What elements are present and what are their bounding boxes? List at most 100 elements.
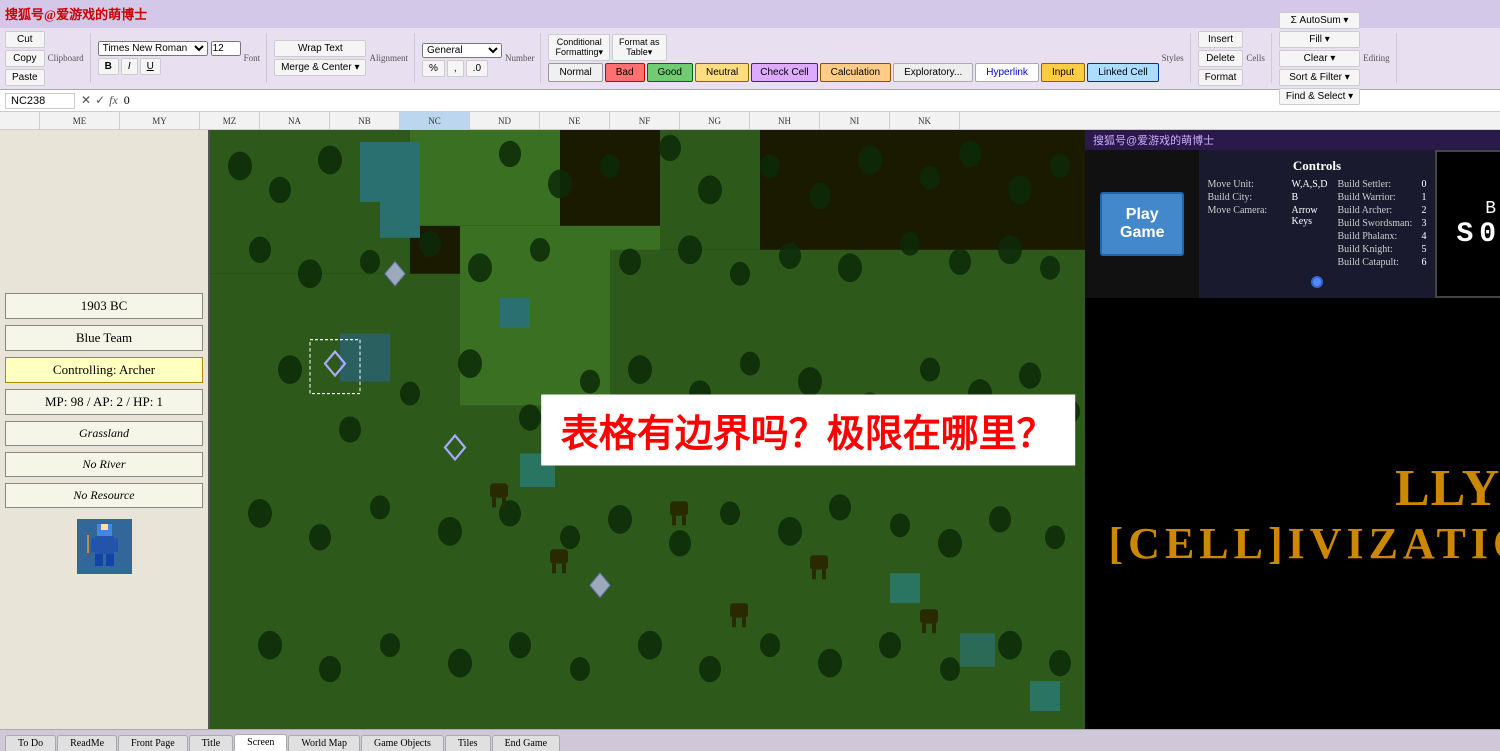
styles-section: ConditionalFormatting▾ Format asTable▾ N… — [548, 33, 1190, 83]
confirm-formula-icon[interactable]: ✓ — [95, 93, 105, 108]
col-header-NC: NC — [400, 112, 470, 129]
controls-knight: Build Knight: 5 — [1338, 244, 1427, 255]
controls-phalanx: Build Phalanx: 4 — [1338, 231, 1427, 242]
toolbar-row2: Cut Copy Paste Clipboard Times New Roman… — [0, 28, 1500, 89]
hyperlink-button[interactable]: Hyperlink — [975, 63, 1039, 82]
controls-title: Controls — [1207, 158, 1426, 174]
number-format-select[interactable]: General — [422, 43, 502, 58]
spreadsheet-area: 1903 BC Blue Team Controlling: Archer MP… — [0, 130, 1500, 729]
bold-button[interactable]: B — [98, 58, 119, 75]
tab-end-game[interactable]: End Game — [492, 735, 561, 751]
controls-play-row: PlayGame Controls Move Unit: W,A,S,D Bui… — [1085, 150, 1500, 298]
by-text: B Y — [1485, 199, 1500, 219]
col-header-NG: NG — [680, 112, 750, 129]
tab-screen[interactable]: Screen — [234, 734, 287, 751]
controls-archer: Build Archer: 2 — [1338, 205, 1427, 216]
format-button[interactable]: Format — [1198, 69, 1244, 86]
calculation-button[interactable]: Calculation — [820, 63, 891, 82]
col-header-NF: NF — [610, 112, 680, 129]
game-viewport: 表格有边界吗？极限在哪里？ — [210, 130, 1085, 729]
col-header-NB: NB — [330, 112, 400, 129]
controlling-display: Controlling: Archer — [5, 357, 203, 383]
clipboard-label: Clipboard — [48, 53, 84, 63]
controls-grid: Move Unit: W,A,S,D Build City: B Move Ca… — [1207, 179, 1426, 268]
insert-button[interactable]: Insert — [1198, 31, 1244, 48]
tab-readme[interactable]: ReadMe — [57, 735, 117, 751]
bad-style-button[interactable]: Bad — [605, 63, 645, 82]
alignment-label: Alignment — [369, 53, 408, 63]
italic-button[interactable]: I — [121, 58, 138, 75]
tab-title[interactable]: Title — [189, 735, 234, 751]
top-watermark-banner: 搜狐号@爱游戏的萌博士 — [1085, 130, 1500, 150]
neutral-style-button[interactable]: Neutral — [695, 63, 749, 82]
col-header-MY: MY — [120, 112, 200, 129]
tab-world-map[interactable]: World Map — [288, 735, 360, 751]
controls-left-col: Move Unit: W,A,S,D Build City: B Move Ca… — [1207, 179, 1327, 268]
fill-button[interactable]: Fill ▾ — [1279, 31, 1360, 48]
good-style-button[interactable]: Good — [647, 63, 693, 82]
controls-swordsman: Build Swordsman: 3 — [1338, 218, 1427, 229]
linked-cell-button[interactable]: Linked Cell — [1087, 63, 1158, 82]
input-button[interactable]: Input — [1041, 63, 1085, 82]
play-button-container: PlayGame — [1085, 150, 1199, 298]
river-display: No River — [5, 452, 203, 477]
toolbar-row1: 搜狐号@爱游戏的萌博士 — [0, 0, 1500, 28]
find-select-button[interactable]: Find & Select ▾ — [1279, 88, 1360, 105]
col-header-NH: NH — [750, 112, 820, 129]
controls-warrior: Build Warrior: 1 — [1338, 192, 1427, 203]
font-section: Times New Roman B I U Font — [98, 33, 268, 83]
col-header-NA: NA — [260, 112, 330, 129]
increase-decimal-button[interactable]: .0 — [466, 60, 488, 77]
check-cell-button[interactable]: Check Cell — [751, 63, 817, 82]
game-right-panel: 搜狐号@爱游戏的萌博士 PlayGame Controls Move Unit:… — [1085, 130, 1500, 729]
clipboard-section: Cut Copy Paste Clipboard — [5, 33, 91, 83]
underline-button[interactable]: U — [140, 58, 161, 75]
play-game-button[interactable]: PlayGame — [1100, 192, 1184, 256]
tab-front-page[interactable]: Front Page — [118, 735, 188, 751]
exploratory-button[interactable]: Exploratory... — [893, 63, 973, 82]
insert-function-icon[interactable]: fx — [109, 93, 118, 108]
tab-tiles[interactable]: Tiles — [445, 735, 491, 751]
stats-display: MP: 98 / AP: 2 / HP: 1 — [5, 389, 203, 415]
logo-area: LLY'S_ [CELL]IVIZATION — [1085, 298, 1500, 729]
percent-button[interactable]: % — [422, 60, 445, 77]
font-family-select[interactable]: Times New Roman — [98, 41, 208, 56]
radio-dot[interactable] — [1311, 276, 1323, 288]
conditional-formatting-button[interactable]: ConditionalFormatting▾ — [548, 34, 610, 61]
controls-move-unit: Move Unit: W,A,S,D — [1207, 179, 1327, 190]
font-size-input[interactable] — [211, 41, 241, 56]
sheet-tabs-bar: To Do ReadMe Front Page Title Screen Wor… — [0, 729, 1500, 751]
team-display: Blue Team — [5, 325, 203, 351]
col-header-NK: NK — [890, 112, 960, 129]
watermark-label: 搜狐号@爱游戏的萌博士 — [5, 4, 147, 23]
sort-filter-button[interactable]: Sort & Filter ▾ — [1279, 69, 1360, 86]
cancel-formula-icon[interactable]: ✕ — [81, 93, 91, 108]
wrap-text-button[interactable]: Wrap Text — [274, 40, 366, 57]
controls-settler: Build Settler: 0 — [1338, 179, 1427, 190]
comma-button[interactable]: , — [447, 60, 464, 77]
delete-button[interactable]: Delete — [1198, 50, 1244, 67]
col-header-NI: NI — [820, 112, 890, 129]
col-header-ND: ND — [470, 112, 540, 129]
cut-button[interactable]: Cut — [5, 31, 45, 48]
overlay-question-text: 表格有边界吗？极限在哪里？ — [541, 394, 1075, 465]
normal-style-button[interactable]: Normal — [548, 63, 602, 82]
cell-reference-input[interactable] — [5, 93, 75, 109]
excel-toolbar: 搜狐号@爱游戏的萌博士 Cut Copy Paste Clipboard Tim… — [0, 0, 1500, 90]
tab-to-do[interactable]: To Do — [5, 735, 56, 751]
logo-bottom: [CELL]IVIZATION — [1109, 518, 1500, 569]
number-label: Number — [505, 53, 535, 63]
tab-game-objects[interactable]: Game Objects — [361, 735, 444, 751]
by-solly-panel: B Y S0LLY — [1435, 150, 1500, 298]
copy-button[interactable]: Copy — [5, 50, 45, 67]
controls-panel: Controls Move Unit: W,A,S,D Build City: … — [1199, 150, 1434, 298]
year-display: 1903 BC — [5, 293, 203, 319]
format-as-table-button[interactable]: Format asTable▾ — [612, 34, 667, 61]
merge-center-button[interactable]: Merge & Center ▾ — [274, 59, 366, 76]
styles-label: Styles — [1162, 53, 1184, 63]
paste-button[interactable]: Paste — [5, 69, 45, 86]
clear-button[interactable]: Clear ▾ — [1279, 50, 1360, 67]
controls-right-col: Build Settler: 0 Build Warrior: 1 Build … — [1338, 179, 1427, 268]
editing-section: Σ AutoSum ▾ Fill ▾ Clear ▾ Sort & Filter… — [1279, 33, 1397, 83]
autosum-button[interactable]: Σ AutoSum ▾ — [1279, 12, 1360, 29]
